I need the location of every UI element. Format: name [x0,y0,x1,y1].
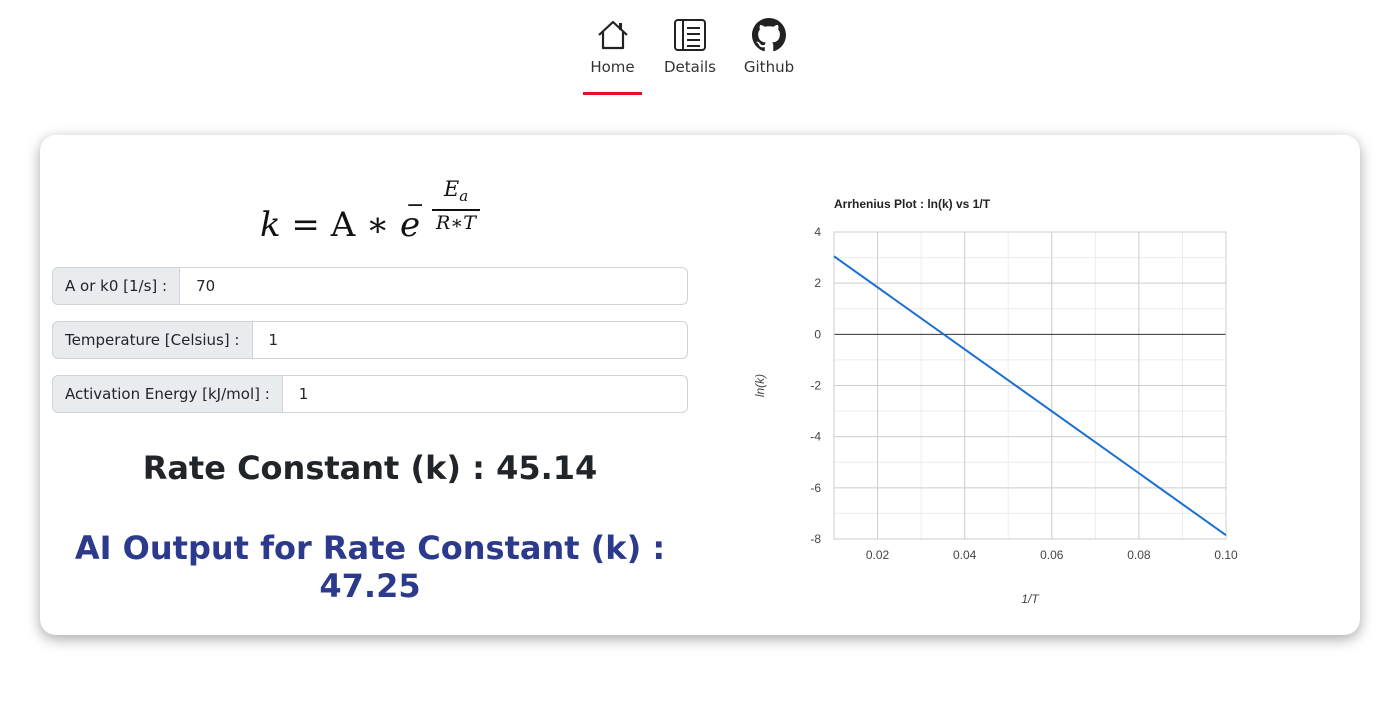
input-group-activation-energy: Activation Energy [kJ/mol] : [52,375,688,413]
x-tick-label: 0.02 [866,548,890,562]
formula-numerator: Ea [443,177,469,206]
series-line [833,255,1227,536]
details-icon [674,19,706,51]
rate-constant-result: Rate Constant (k) : 45.14 [142,449,598,487]
formula-denominator: R∗T [436,211,476,234]
input-a[interactable] [180,267,688,305]
input-label-temperature: Temperature [Celsius] : [52,321,253,359]
formula-times: ∗ [366,205,390,245]
formula-fraction: Ea R∗T [432,177,480,234]
x-tick-label: 0.06 [1040,548,1064,562]
github-icon [752,18,786,52]
x-tick-label: 0.10 [1214,548,1238,562]
formula-minus: − [406,193,425,218]
formula-fraction-bar [432,209,480,211]
arrhenius-chart: Arrhenius Plot : ln(k) vs 1/T 0.02 0.04 0.0… [753,197,1238,606]
x-tick-label: 0.04 [953,548,977,562]
y-tick-label: -4 [810,430,821,444]
x-tick-label: 0.08 [1127,548,1151,562]
y-axis-label: ln(k) [753,374,767,397]
nav-label-home: Home [590,58,635,76]
formula-main: k = A ∗ e [260,205,420,245]
y-tick-label: 0 [814,327,821,341]
formula-a: A [330,205,356,245]
input-activation-energy[interactable] [282,375,688,413]
nav-item-details[interactable]: Details [660,18,720,76]
input-group-temperature: Temperature [Celsius] : [52,321,688,359]
input-temperature[interactable] [252,321,688,359]
y-tick-label: 4 [814,225,821,239]
nav-item-home[interactable]: Home [583,18,642,76]
active-tab-indicator [583,92,642,95]
input-label-a: A or k0 [1/s] : [52,267,181,305]
ai-rate-constant-result: AI Output for Rate Constant (k) : 47.25 [74,529,666,605]
top-nav: Home Details Github [0,0,1400,100]
chart-title: Arrhenius Plot : ln(k) vs 1/T [834,197,991,211]
nav-label-details: Details [663,58,716,76]
y-tick-label: -8 [810,532,821,546]
x-axis-label: 1/T [1021,592,1040,606]
nav-item-github[interactable]: Github [740,18,798,76]
formula-k: k [260,205,281,245]
home-icon [597,20,628,50]
y-tick-label: -6 [810,481,821,495]
y-tick-label: 2 [814,276,821,290]
input-label-activation-energy: Activation Energy [kJ/mol] : [52,375,283,413]
input-group-a: A or k0 [1/s] : [52,267,688,305]
y-tick-label: -2 [810,379,821,393]
calculator-card: k = A ∗ e − Ea R∗T A or k0 [1/s] : Tempe… [40,135,1360,635]
formula-eq: = [291,205,320,245]
nav-label-github: Github [743,58,795,76]
arrhenius-formula: k = A ∗ e − Ea R∗T [260,177,560,247]
